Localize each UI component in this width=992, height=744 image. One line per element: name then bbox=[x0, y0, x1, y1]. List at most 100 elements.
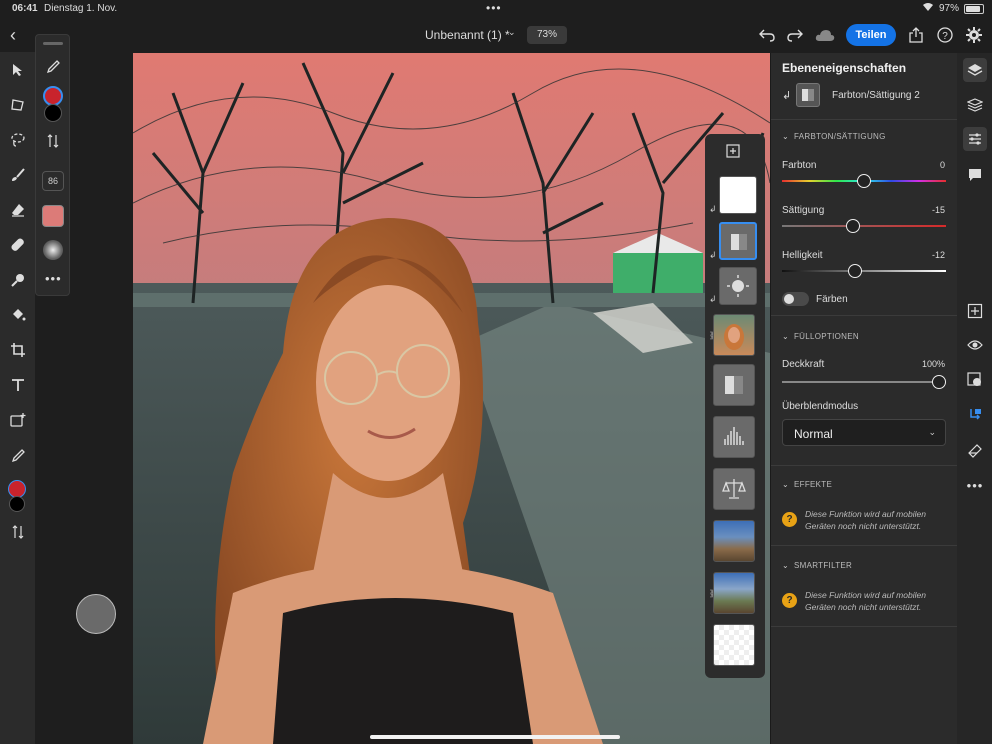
section-smart-filters-header[interactable]: ⌄ SMARTFILTER bbox=[782, 561, 852, 570]
blend-mode-value: Normal bbox=[794, 427, 833, 441]
eyedropper-icon[interactable] bbox=[8, 446, 28, 466]
lightness-label: Helligkeit bbox=[782, 250, 823, 261]
layer-properties-stack-icon[interactable] bbox=[963, 93, 987, 117]
battery-icon bbox=[964, 3, 984, 14]
brush-icon[interactable] bbox=[8, 165, 28, 185]
background-color-swatch[interactable] bbox=[9, 496, 25, 512]
opacity-slider[interactable] bbox=[782, 381, 946, 383]
photo-artwork bbox=[133, 53, 770, 744]
colorize-label: Färben bbox=[816, 294, 848, 305]
document-title[interactable]: Unbenannt (1) * bbox=[425, 28, 510, 42]
opacity-slider-knob[interactable] bbox=[932, 375, 946, 389]
layer-thumb-brightness[interactable] bbox=[719, 267, 757, 305]
settings-gear-icon[interactable] bbox=[965, 26, 983, 44]
more-options-icon[interactable]: ••• bbox=[45, 271, 62, 286]
blend-mode-select[interactable]: Normal ⌄ bbox=[782, 419, 946, 446]
share-button[interactable]: Teilen bbox=[846, 24, 896, 46]
lightness-slider[interactable] bbox=[782, 270, 946, 272]
more-options-icon[interactable]: ••• bbox=[963, 473, 987, 497]
section-label: EFFEKTE bbox=[794, 480, 833, 489]
back-button[interactable]: ‹ bbox=[10, 25, 28, 45]
divider bbox=[771, 315, 958, 316]
add-layer-menu-icon[interactable] bbox=[963, 299, 987, 323]
layer-thumb-hue-saturation[interactable] bbox=[713, 364, 755, 406]
clip-mask-arrow-icon: ↲ bbox=[782, 90, 792, 102]
layer-name: Farbton/Sättigung 2 bbox=[832, 90, 920, 101]
top-bar: ‹ Unbenannt (1) * ⌄ 73% Teilen ? bbox=[0, 18, 992, 52]
layer-thumb-park-photo-linked[interactable] bbox=[713, 572, 755, 614]
chevron-down-icon: ⌄ bbox=[928, 427, 936, 437]
zoom-level[interactable]: 73% bbox=[527, 26, 567, 44]
help-icon[interactable]: ? bbox=[936, 26, 954, 44]
current-layer-row[interactable]: ↲ Farbton/Sättigung 2 bbox=[782, 83, 952, 107]
crop-icon[interactable] bbox=[8, 340, 28, 360]
chevron-down-icon: ⌄ bbox=[782, 480, 790, 489]
add-layer-plus-icon[interactable] bbox=[726, 144, 740, 163]
home-indicator[interactable] bbox=[370, 735, 620, 739]
lightness-slider-knob[interactable] bbox=[848, 264, 862, 278]
section-fill-options-header[interactable]: ⌄ FÜLLOPTIONEN bbox=[782, 332, 859, 341]
hue-value[interactable]: 0 bbox=[940, 160, 945, 170]
swap-brush-colors-icon[interactable] bbox=[43, 131, 63, 151]
lightness-value[interactable]: -12 bbox=[932, 250, 945, 260]
redo-icon[interactable] bbox=[786, 26, 804, 44]
cloud-icon[interactable] bbox=[814, 26, 836, 44]
layer-thumb-white-fill[interactable] bbox=[719, 176, 757, 214]
section-label: FÜLLOPTIONEN bbox=[794, 332, 859, 341]
hue-slider-knob[interactable] bbox=[857, 174, 871, 188]
layer-thumb-levels[interactable] bbox=[713, 416, 755, 458]
saturation-value[interactable]: -15 bbox=[932, 205, 945, 215]
comments-icon[interactable] bbox=[963, 163, 987, 187]
brush-secondary-color-swatch[interactable] bbox=[44, 104, 62, 122]
document-canvas[interactable]: ↲ ↲ ↲ ⛓ ⛓ bbox=[133, 53, 770, 744]
layer-thumb-color-balance[interactable] bbox=[713, 468, 755, 510]
colorize-toggle[interactable] bbox=[782, 292, 809, 306]
layer-thumb-transparent[interactable] bbox=[713, 624, 755, 666]
clone-stamp-icon[interactable] bbox=[8, 270, 28, 290]
brush-size-preview[interactable] bbox=[76, 594, 116, 634]
layer-thumb-hue-saturation-selected[interactable] bbox=[719, 222, 757, 260]
section-effects-header[interactable]: ⌄ EFFEKTE bbox=[782, 480, 832, 489]
section-hue-saturation-header[interactable]: ⌄ FARBTON/SÄTTIGUNG bbox=[782, 132, 886, 141]
lasso-icon[interactable] bbox=[8, 130, 28, 150]
adjustments-sliders-icon[interactable] bbox=[963, 127, 987, 151]
status-date: Dienstag 1. Nov. bbox=[44, 3, 118, 14]
select-arrow-icon[interactable] bbox=[8, 60, 28, 80]
brush-size-value[interactable]: 86 bbox=[42, 171, 64, 191]
mask-icon[interactable] bbox=[963, 368, 987, 392]
eraser-layer-icon[interactable] bbox=[963, 439, 987, 463]
layer-thumb-portrait-photo[interactable] bbox=[713, 314, 755, 356]
flyout-drag-handle[interactable] bbox=[43, 42, 63, 45]
blend-mode-label: Überblendmodus bbox=[782, 401, 859, 412]
text-tool-icon[interactable] bbox=[8, 375, 28, 395]
clip-mask-arrow-icon: ↲ bbox=[709, 294, 717, 304]
layers-panel-icon[interactable] bbox=[963, 58, 987, 82]
multitasking-dots[interactable]: ••• bbox=[486, 1, 502, 15]
brush-color-swatch[interactable] bbox=[43, 86, 63, 106]
saturation-slider-knob[interactable] bbox=[846, 219, 860, 233]
saturation-slider[interactable] bbox=[782, 225, 946, 227]
healing-bandage-icon[interactable] bbox=[8, 235, 28, 255]
layer-thumb-park-photo[interactable] bbox=[713, 520, 755, 562]
chevron-down-icon: ⌄ bbox=[782, 561, 790, 570]
undo-icon[interactable] bbox=[758, 26, 776, 44]
opacity-value[interactable]: 100% bbox=[922, 359, 945, 369]
title-chevron-down-icon[interactable]: ⌄ bbox=[508, 27, 516, 38]
swap-colors-icon[interactable] bbox=[8, 522, 28, 542]
brush-preset-swatch[interactable] bbox=[42, 205, 64, 227]
brush-softness-icon[interactable] bbox=[43, 240, 63, 260]
wifi-icon bbox=[922, 2, 934, 15]
status-bar: 06:41 Dienstag 1. Nov. ••• 97% bbox=[0, 0, 992, 18]
chevron-down-icon: ⌄ bbox=[782, 132, 790, 141]
opacity-label: Deckkraft bbox=[782, 359, 825, 370]
paint-bucket-icon[interactable] bbox=[8, 305, 28, 325]
transform-icon[interactable] bbox=[8, 95, 28, 115]
eraser-icon[interactable] bbox=[8, 200, 28, 220]
export-icon[interactable] bbox=[907, 26, 925, 44]
visibility-eye-icon[interactable] bbox=[963, 333, 987, 357]
place-image-icon[interactable] bbox=[8, 410, 28, 430]
clipping-mask-icon[interactable] bbox=[963, 403, 987, 427]
sample-eyedropper-icon[interactable] bbox=[43, 57, 63, 77]
smart-filters-unsupported-note: Diese Funktion wird auf mobilen Geräten … bbox=[805, 590, 926, 612]
clip-mask-arrow-icon: ↲ bbox=[709, 250, 717, 260]
